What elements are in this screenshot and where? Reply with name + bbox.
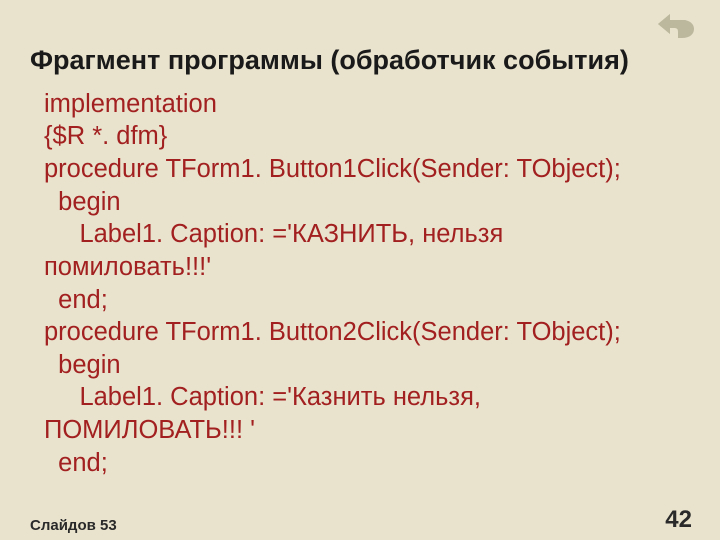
slide: Фрагмент программы (обработчик события) … — [0, 0, 720, 540]
slide-title: Фрагмент программы (обработчик события) — [30, 44, 690, 78]
page-number: 42 — [665, 506, 692, 534]
code-block: implementation {$R *. dfm} procedure TFo… — [44, 88, 690, 480]
footer: Слайдов 53 42 — [30, 506, 692, 534]
return-icon — [652, 8, 698, 42]
slides-count-label: Слайдов 53 — [30, 517, 117, 534]
